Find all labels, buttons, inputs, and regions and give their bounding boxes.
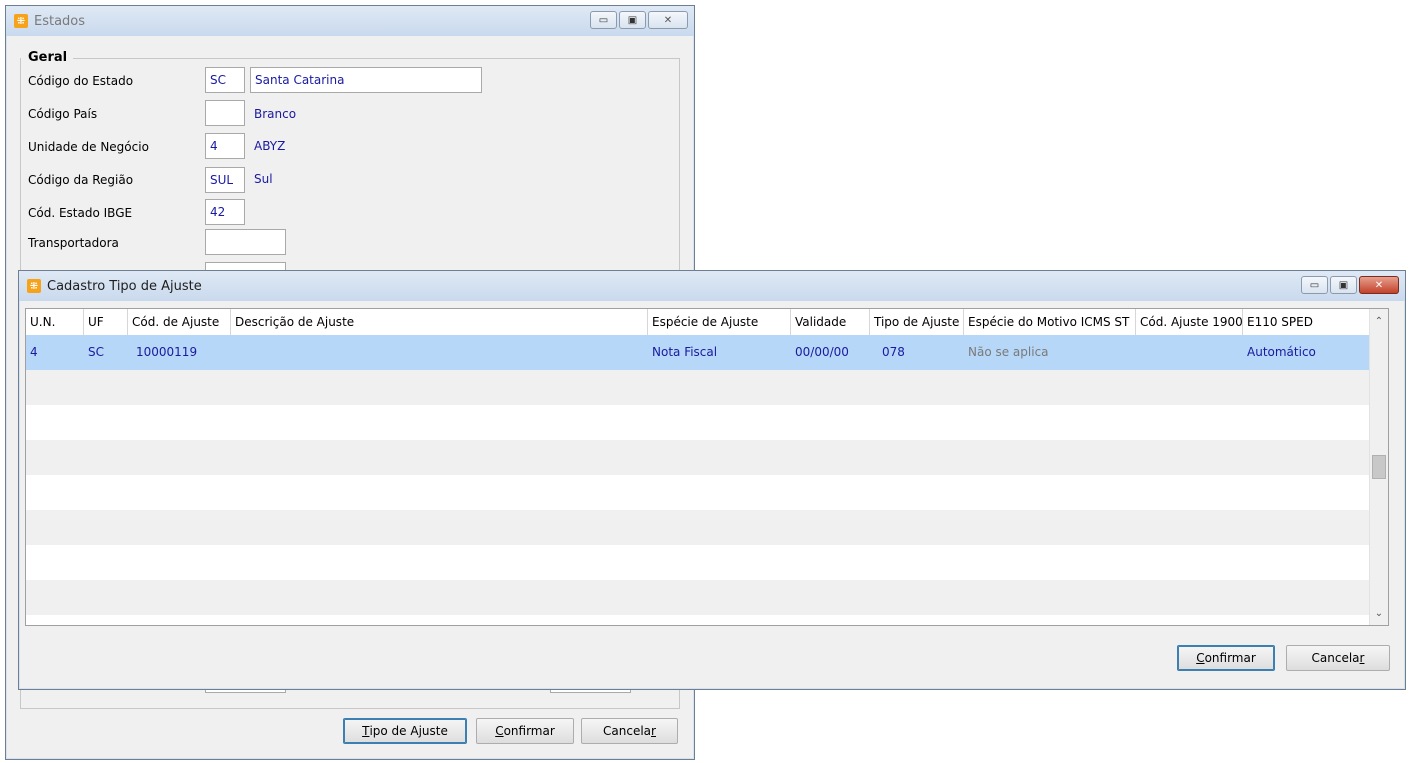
estado-ibge-input[interactable]: 42 xyxy=(205,199,245,225)
cell-validade: 00/00/00 xyxy=(795,345,849,359)
tipo-hotkey: T xyxy=(362,724,370,738)
close-button[interactable]: ✕ xyxy=(1359,276,1399,294)
unidade-negocio-input[interactable]: 4 xyxy=(205,133,245,159)
cadastro-tipo-ajuste-window: ⁜ Cadastro Tipo de Ajuste ▭ ▣ ✕ U.N. UF … xyxy=(18,270,1406,690)
col-header-uf[interactable]: UF xyxy=(84,309,128,335)
confirmar-label: onfirmar xyxy=(1204,651,1256,665)
app-logo-icon: ⁜ xyxy=(14,14,28,28)
minimize-button[interactable]: ▭ xyxy=(1301,276,1328,294)
confirmar-hotkey: C xyxy=(495,724,504,738)
codigo-estado-input[interactable]: SC xyxy=(205,67,245,93)
vertical-scrollbar[interactable]: ⌃ ⌄ xyxy=(1369,309,1388,625)
label-codigo-pais: Código País xyxy=(28,107,98,121)
cell-cod-ajuste: 10000119 xyxy=(136,345,198,359)
label-codigo-estado: Código do Estado xyxy=(28,74,134,88)
minimize-icon: ▭ xyxy=(598,14,609,26)
col-header-un[interactable]: U.N. xyxy=(26,309,84,335)
codigo-regiao-input[interactable]: SUL xyxy=(205,167,245,193)
estados-cancelar-button[interactable]: Cancela r xyxy=(581,718,678,744)
table-row-empty[interactable] xyxy=(26,370,1370,405)
confirmar-label: onfirmar xyxy=(503,724,555,738)
table-row[interactable]: 4 SC 10000119 Nota Fiscal 00/00/00 078 N… xyxy=(26,335,1370,370)
estados-confirmar-button[interactable]: Confirmar xyxy=(476,718,574,744)
close-button[interactable]: ✕ xyxy=(648,11,688,29)
col-header-especie[interactable]: Espécie de Ajuste xyxy=(648,309,791,335)
cell-especie-motivo: Não se aplica xyxy=(968,345,1049,359)
estados-title: Estados xyxy=(34,13,86,29)
table-row-empty[interactable] xyxy=(26,545,1370,580)
col-header-descricao[interactable]: Descrição de Ajuste xyxy=(231,309,648,335)
maximize-icon: ▣ xyxy=(627,14,638,26)
col-header-especie-motivo[interactable]: Espécie do Motivo ICMS ST xyxy=(964,309,1136,335)
cadastro-confirmar-button[interactable]: Confirmar xyxy=(1177,645,1275,671)
scrollbar-thumb[interactable] xyxy=(1372,455,1386,479)
nome-estado-input[interactable]: Santa Catarina xyxy=(250,67,482,93)
cell-e110: Automático xyxy=(1247,345,1316,359)
maximize-button[interactable]: ▣ xyxy=(619,11,646,29)
cadastro-title-bar[interactable]: ⁜ Cadastro Tipo de Ajuste ▭ ▣ ✕ xyxy=(19,271,1405,301)
chevron-down-icon[interactable]: ⌄ xyxy=(1370,605,1388,623)
close-icon: ✕ xyxy=(1374,279,1384,291)
close-icon: ✕ xyxy=(663,14,673,26)
cell-tipo: 078 xyxy=(882,345,905,359)
cancelar-hotkey: r xyxy=(651,724,656,738)
cadastro-title: Cadastro Tipo de Ajuste xyxy=(47,278,202,294)
minimize-icon: ▭ xyxy=(1309,279,1320,291)
cell-un: 4 xyxy=(30,345,38,359)
app-logo-icon: ⁜ xyxy=(27,279,41,293)
grid-header: U.N. UF Cód. de Ajuste Descrição de Ajus… xyxy=(26,309,1370,336)
col-header-e110[interactable]: E110 SPED xyxy=(1243,309,1370,335)
cell-descricao xyxy=(231,335,235,370)
table-row-empty[interactable] xyxy=(26,475,1370,510)
cell-uf: SC xyxy=(88,345,104,359)
cadastro-cancelar-button[interactable]: Cancela r xyxy=(1286,645,1390,671)
col-header-cod-ajuste[interactable]: Cód. de Ajuste xyxy=(128,309,231,335)
transportadora-input[interactable] xyxy=(205,229,286,255)
label-transportadora: Transportadora xyxy=(28,236,119,250)
label-codigo-regiao: Código da Região xyxy=(28,173,134,187)
ajuste-grid[interactable]: U.N. UF Cód. de Ajuste Descrição de Ajus… xyxy=(25,308,1389,626)
unidade-negocio-desc: ABYZ xyxy=(254,139,286,153)
chevron-up-icon[interactable]: ⌃ xyxy=(1370,313,1388,331)
label-estado-ibge: Cód. Estado IBGE xyxy=(28,206,133,220)
maximize-button[interactable]: ▣ xyxy=(1330,276,1357,294)
label-unidade-negocio: Unidade de Negócio xyxy=(28,140,149,154)
cell-cod-1900 xyxy=(1136,335,1140,370)
pais-desc: Branco xyxy=(254,107,297,121)
col-header-tipo[interactable]: Tipo de Ajuste xyxy=(870,309,964,335)
table-row-empty[interactable] xyxy=(26,510,1370,545)
table-row-empty[interactable] xyxy=(26,405,1370,440)
minimize-button[interactable]: ▭ xyxy=(590,11,617,29)
col-header-cod-1900[interactable]: Cód. Ajuste 1900 xyxy=(1136,309,1243,335)
cancelar-hotkey: r xyxy=(1359,651,1365,665)
regiao-desc: Sul xyxy=(254,172,273,186)
codigo-pais-input[interactable] xyxy=(205,100,245,126)
table-row-empty[interactable] xyxy=(26,440,1370,475)
cancelar-label: Cancela xyxy=(603,724,652,738)
confirmar-hotkey: C xyxy=(1196,651,1205,665)
estados-title-bar[interactable]: ⁜ Estados ▭ ▣ ✕ xyxy=(6,6,694,36)
tipo-label: ipo de Ajuste xyxy=(369,724,448,738)
tipo-de-ajuste-button[interactable]: Tipo de Ajuste xyxy=(343,718,467,744)
col-header-validade[interactable]: Validade xyxy=(791,309,870,335)
cell-especie: Nota Fiscal xyxy=(652,345,718,359)
maximize-icon: ▣ xyxy=(1338,279,1349,291)
cancelar-label: Cancela xyxy=(1311,651,1360,665)
table-row-empty[interactable] xyxy=(26,580,1370,615)
